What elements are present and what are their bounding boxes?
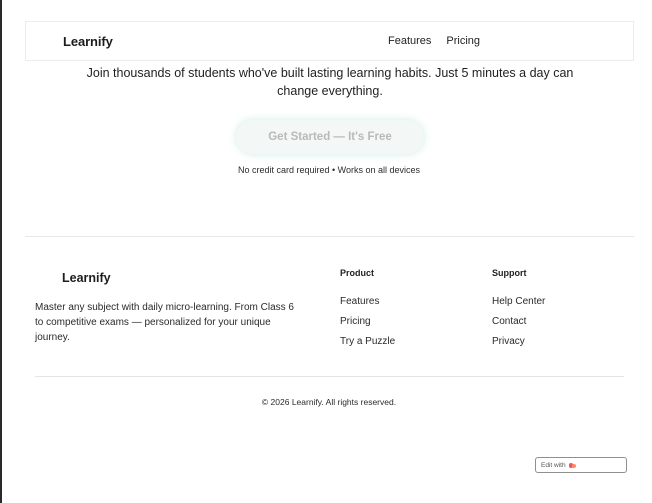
- footer-divider: [25, 236, 634, 237]
- primary-navigation: Features Pricing: [388, 35, 480, 47]
- footer-link-help-center[interactable]: Help Center: [492, 292, 545, 312]
- footer-product-column: Product Features Pricing Try a Puzzle: [340, 268, 395, 352]
- footer-support-heading: Support: [492, 268, 527, 278]
- footer-bottom-divider: [35, 376, 624, 377]
- top-navbar: Learnify Features Pricing: [25, 21, 634, 61]
- footer-brand: Learnify: [62, 271, 111, 285]
- lovable-logo-icon: [568, 462, 576, 468]
- footer-link-pricing[interactable]: Pricing: [340, 312, 395, 332]
- footer-link-privacy[interactable]: Privacy: [492, 332, 545, 352]
- nav-link-pricing[interactable]: Pricing: [446, 35, 480, 47]
- footer-link-try-a-puzzle[interactable]: Try a Puzzle: [340, 332, 395, 352]
- edit-with-badge[interactable]: Edit with: [535, 457, 627, 473]
- footer-link-features[interactable]: Features: [340, 292, 395, 312]
- cta-note: No credit card required • Works on all d…: [237, 165, 421, 175]
- footer-description: Master any subject with daily micro-lear…: [35, 302, 294, 343]
- edit-with-label: Edit with: [541, 461, 566, 469]
- nav-link-features[interactable]: Features: [388, 35, 431, 47]
- brand-logo-text[interactable]: Learnify: [63, 34, 113, 49]
- copyright-text: © 2026 Learnify. All rights reserved.: [261, 397, 397, 407]
- get-started-button[interactable]: Get Started — It's Free: [236, 120, 424, 154]
- footer-product-heading: Product: [340, 268, 375, 278]
- footer-support-column: Support Help Center Contact Privacy: [492, 268, 545, 352]
- hero-tagline: Join thousands of students who've built …: [86, 66, 574, 98]
- footer-link-contact[interactable]: Contact: [492, 312, 545, 332]
